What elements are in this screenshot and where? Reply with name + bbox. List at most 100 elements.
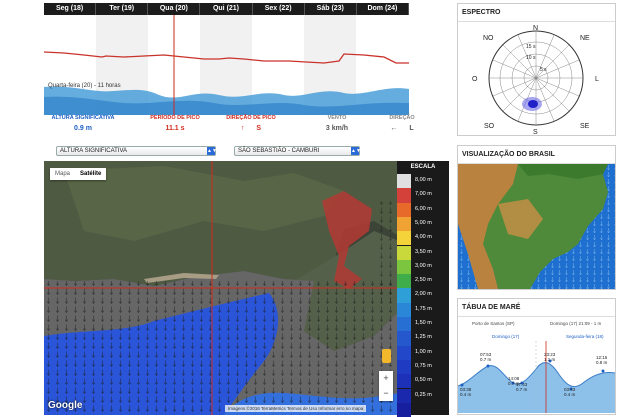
day-tab[interactable]: Qui (21) [200, 3, 253, 15]
scale-label: 1,50 m [415, 320, 432, 326]
scale-swatch [397, 274, 411, 289]
zoom-out-button[interactable]: − [379, 386, 393, 401]
tide-extreme-label: 07:53 0.7 m [480, 352, 491, 362]
tide-title: TÁBUA DE MARÉ [458, 299, 615, 317]
scale-item: 2,00 m [397, 288, 449, 303]
day-tab[interactable]: Ter (19) [96, 3, 149, 15]
reading-label: DIREÇÃO [389, 115, 415, 121]
scale-item: 5,00 m [397, 216, 449, 232]
scale-label: 0,25 m [415, 391, 432, 398]
scale-swatch [397, 345, 411, 360]
scale-swatch [397, 231, 411, 246]
scale-label: 3,50 m [415, 248, 432, 255]
dir-l: L [595, 76, 599, 83]
wave-forecast-chart[interactable]: Quarta-feira (20) - 11 horas [44, 15, 409, 115]
reading-item: DIREÇÃO DE PICO ↑ S [216, 115, 286, 132]
scale-label: 1,75 m [415, 305, 432, 312]
scale-swatch [397, 359, 411, 375]
reading-item: PERÍODO DE PICO 11.1 s [140, 115, 210, 132]
scale-item: 2,50 m [397, 274, 449, 289]
reading-value: 11.1 s [165, 125, 185, 132]
reading-item: VENTO 3 km/h [302, 115, 372, 132]
scale-item: 4,00 m [397, 231, 449, 246]
scale-label: 6,00 m [415, 205, 432, 212]
scale-label: 7,00 m [415, 191, 432, 198]
chevron-down-icon: ▲▼ [351, 147, 361, 155]
scale-swatch [397, 174, 411, 189]
day-tab[interactable]: Sáb (23) [305, 3, 357, 15]
app-frame: Seg (18) Ter (19) Qua (20) Qui (21) Sex (22)… [42, 0, 616, 417]
day-tab[interactable]: Sex (22) [253, 3, 305, 15]
scale-item: 1,75 m [397, 302, 449, 317]
day-tab[interactable]: Qua (20) [148, 3, 201, 15]
location-select[interactable]: SÃO SEBASTIÃO - CAMBURI ▲▼ [234, 146, 361, 156]
spectrum-panel: ESPECTRO 15 s 10 s 5 s NO N NE O L SO S … [457, 3, 616, 136]
scale-item: 1,25 m [397, 331, 449, 346]
ring-label-5s: 5 s [540, 67, 547, 73]
dir-ne: NE [580, 35, 590, 42]
scale-label: 5,00 m [415, 219, 432, 226]
scale-label: 8,00 m [415, 177, 432, 183]
variable-select[interactable]: ALTURA SIGNIFICATIVA ▲▼ [56, 146, 217, 156]
scale-item: 0,25 m [397, 388, 449, 403]
dir-no: NO [483, 35, 494, 42]
dir-se: SE [580, 123, 590, 130]
scale-swatch [397, 331, 411, 346]
color-scale-legend: ESCALA 8,00 m 7,00 m 6,00 m 5,00 m 4,00 m 3,5… [397, 161, 449, 417]
tide-height: 0.4 m [460, 392, 472, 397]
up-arrow-icon: ↑ [240, 125, 245, 132]
left-arrow-icon: ← [390, 125, 398, 132]
brazil-map[interactable] [458, 164, 615, 289]
scale-item: 0,50 m [397, 374, 449, 389]
chart-tooltip: Quarta-feira (20) - 11 horas [48, 83, 121, 89]
scale-swatch [397, 374, 411, 389]
reading-label: PERÍODO DE PICO [150, 115, 200, 121]
spectrum-polar-plot[interactable]: 15 s 10 s 5 s NO N NE O L SO S SE [458, 22, 615, 136]
dir-n: N [533, 25, 538, 32]
scale-label: 1,00 m [415, 348, 432, 355]
tide-height: 1.1 m [544, 357, 556, 362]
scale-label: 0,50 m [415, 377, 432, 384]
zoom-in-button[interactable]: + [379, 371, 393, 386]
zoom-control: + − [379, 371, 393, 401]
reading-value: 3 km/h [325, 125, 349, 132]
scale-label: 0,75 m [415, 362, 432, 369]
street-view-pegman-icon[interactable] [382, 349, 391, 363]
reading-value: S [256, 125, 262, 132]
ring-label-10s: 10 s [526, 55, 536, 61]
scale-label: 2,50 m [415, 277, 432, 284]
day-header: Seg (18) Ter (19) Qua (20) Qui (21) Sex (22)… [44, 3, 409, 15]
scale-item: 3,50 m [397, 245, 449, 260]
map-attribution[interactable]: Imagens ©2016 TerraMetrics Termos de Uso… [225, 405, 367, 412]
day-tab[interactable]: Dom (24) [357, 3, 409, 15]
day-tab[interactable]: Seg (18) [44, 3, 97, 15]
tide-height: 0.4 m [564, 392, 576, 397]
scale-swatch [397, 388, 411, 403]
scale-label: 2,00 m [415, 291, 432, 298]
tide-port: Porto de Santos (SP) [472, 321, 515, 326]
scale-label: 1,25 m [415, 334, 432, 341]
tide-height: 0.8 m [596, 360, 608, 365]
scale-item: 6,00 m [397, 202, 449, 217]
reading-item: ALTURA SIGNIFICATIVA 0.9 m [48, 115, 118, 132]
location-select-value: SÃO SEBASTIÃO - CAMBURI [238, 148, 320, 154]
scale-item: 0,75 m [397, 359, 449, 375]
ring-label-15s: 15 s [526, 44, 536, 50]
tide-height: 0.7 m [516, 387, 528, 392]
tide-day-1: Domingo (17) [492, 334, 520, 339]
reading-value: L [409, 125, 414, 132]
tide-height: 0.7 m [480, 357, 492, 362]
google-logo: Google [48, 400, 83, 411]
map-tab[interactable]: Mapa [50, 168, 75, 180]
tide-extreme-label: 23:23 1.1 m [544, 352, 555, 362]
scale-swatch [397, 302, 411, 317]
scale-label: 4,00 m [415, 234, 432, 241]
scale-item: 7,00 m [397, 188, 449, 203]
scale-item: 8,00 m [397, 174, 449, 189]
scale-item: 1,00 m [397, 345, 449, 360]
dir-o: O [472, 76, 478, 83]
brazil-panel: VISUALIZAÇÃO DO BRASIL [457, 145, 616, 290]
tide-extreme-label: 12:15 0.8 m [596, 355, 607, 365]
scale-swatch [397, 245, 411, 260]
satellite-tab[interactable]: Satélite [75, 168, 106, 180]
